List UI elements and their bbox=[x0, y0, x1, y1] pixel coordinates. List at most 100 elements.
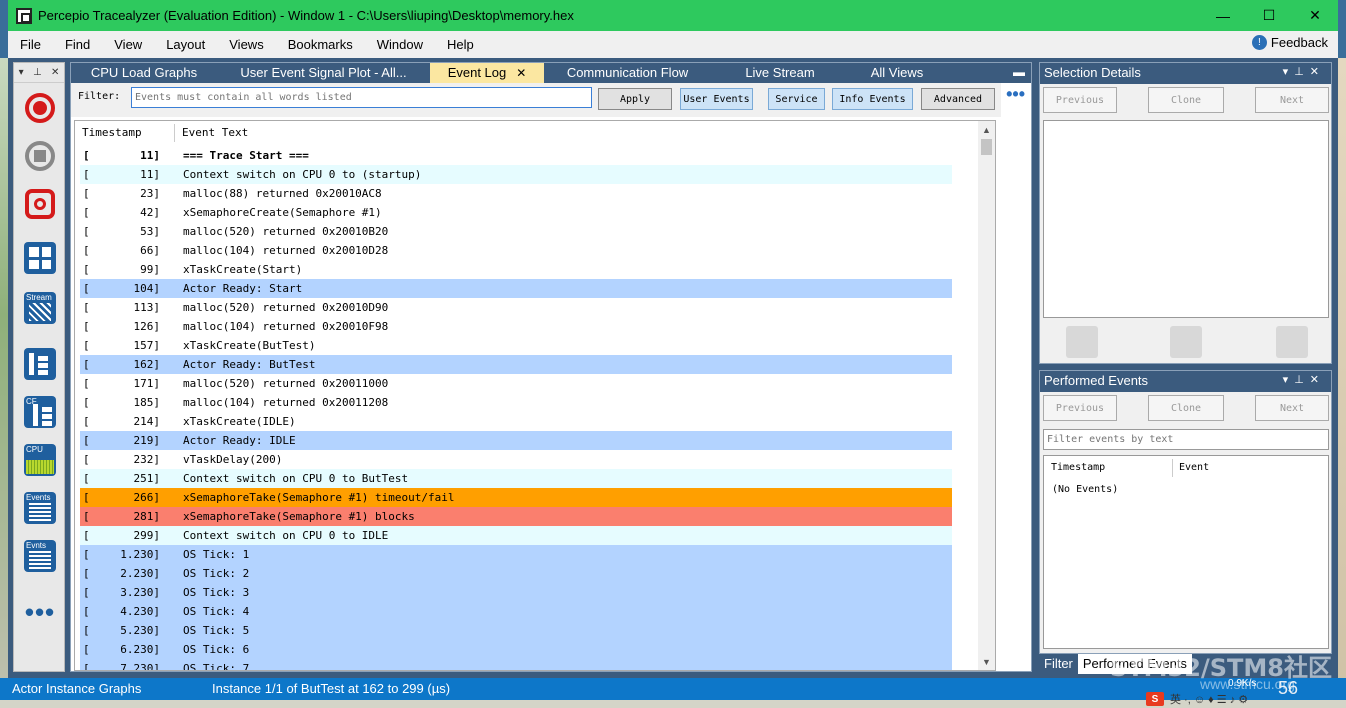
table-row[interactable]: [3.230] OS Tick: 3 bbox=[80, 583, 952, 602]
more-options-icon[interactable]: ••• bbox=[1006, 85, 1025, 103]
menu-help[interactable]: Help bbox=[435, 37, 486, 52]
tab-filter[interactable]: Filter bbox=[1039, 654, 1078, 674]
table-row[interactable]: [219] Actor Ready: IDLE bbox=[80, 431, 952, 450]
trace-view-button[interactable] bbox=[23, 347, 57, 381]
more-views-button[interactable]: ••• bbox=[23, 595, 57, 629]
scroll-down-icon[interactable]: ▼ bbox=[978, 653, 995, 670]
cpu-load-button[interactable]: CPU bbox=[23, 443, 57, 477]
table-row[interactable]: [299] Context switch on CPU 0 to IDLE bbox=[80, 526, 952, 545]
snapshot-button[interactable] bbox=[23, 187, 57, 221]
record-button[interactable] bbox=[23, 91, 57, 125]
table-row[interactable]: [42] xSemaphoreCreate(Semaphore #1) bbox=[80, 203, 952, 222]
user-events-filter-button[interactable]: User Events bbox=[680, 88, 753, 110]
table-row[interactable]: [126] malloc(104) returned 0x20010F98 bbox=[80, 317, 952, 336]
advanced-button[interactable]: Advanced bbox=[921, 88, 995, 110]
stop-button[interactable] bbox=[23, 139, 57, 173]
panel-controls-icon[interactable]: ▾⊥✕ bbox=[1283, 373, 1325, 386]
close-tab-icon[interactable]: ✕ bbox=[516, 66, 526, 80]
clone-button[interactable]: Clone bbox=[1148, 87, 1224, 113]
table-row[interactable]: [6.230] OS Tick: 6 bbox=[80, 640, 952, 659]
scroll-up-icon[interactable]: ▲ bbox=[978, 121, 995, 138]
table-row[interactable]: [162] Actor Ready: ButTest bbox=[80, 355, 952, 374]
table-row[interactable]: [23] malloc(88) returned 0x20010AC8 bbox=[80, 184, 952, 203]
table-row[interactable]: [5.230] OS Tick: 5 bbox=[80, 621, 952, 640]
panel-controls-icon[interactable]: ▾⊥✕ bbox=[1283, 65, 1325, 78]
menu-file[interactable]: File bbox=[8, 37, 53, 52]
scroll-thumb[interactable] bbox=[981, 139, 992, 155]
clone-button[interactable]: Clone bbox=[1148, 395, 1224, 421]
menu-window[interactable]: Window bbox=[365, 37, 435, 52]
event-log-button[interactable]: Events bbox=[23, 491, 57, 525]
expand-tree-icon[interactable] bbox=[1170, 326, 1202, 358]
menu-layout[interactable]: Layout bbox=[154, 37, 217, 52]
table-row[interactable]: [251] Context switch on CPU 0 to ButTest bbox=[80, 469, 952, 488]
tab-cpu-load-graphs[interactable]: CPU Load Graphs bbox=[71, 63, 217, 83]
column-header-timestamp[interactable]: Timestamp bbox=[82, 126, 142, 139]
table-row[interactable]: [7.230] OS Tick: 7 bbox=[80, 659, 952, 670]
events-tile-label: Events bbox=[26, 493, 51, 502]
table-row[interactable]: [232] vTaskDelay(200) bbox=[80, 450, 952, 469]
row-timestamp: 299] bbox=[133, 529, 161, 542]
dropdown-icon[interactable]: ▾ bbox=[19, 67, 24, 78]
table-row[interactable]: [113] malloc(520) returned 0x20010D90 bbox=[80, 298, 952, 317]
info-events-filter-button[interactable]: Info Events bbox=[832, 88, 913, 110]
tab-user-event-signal-plot[interactable]: User Event Signal Plot - All... bbox=[217, 63, 430, 83]
vertical-scrollbar[interactable]: ▲ ▼ bbox=[978, 121, 995, 670]
service-filter-button[interactable]: Service bbox=[768, 88, 825, 110]
menu-view[interactable]: View bbox=[102, 37, 154, 52]
table-row[interactable]: [1.230] OS Tick: 1 bbox=[80, 545, 952, 564]
live-stream-button[interactable]: Stream bbox=[23, 291, 57, 325]
table-row[interactable]: [11] Context switch on CPU 0 to (startup) bbox=[80, 165, 952, 184]
menu-views[interactable]: Views bbox=[217, 37, 275, 52]
apply-button[interactable]: Apply bbox=[598, 88, 672, 110]
pin-icon[interactable]: ⊥ bbox=[33, 67, 42, 78]
communication-flow-button[interactable]: CF bbox=[23, 395, 57, 429]
tab-menu-icon[interactable]: ▬ bbox=[1013, 65, 1025, 79]
close-icon[interactable]: ✕ bbox=[51, 67, 59, 78]
tab-communication-flow[interactable]: Communication Flow bbox=[544, 63, 711, 83]
table-row[interactable]: [266] xSemaphoreTake(Semaphore #1) timeou… bbox=[80, 488, 952, 507]
performed-events-filter-input[interactable] bbox=[1043, 429, 1329, 450]
tab-event-log[interactable]: Event Log ✕ bbox=[430, 63, 544, 83]
menu-bookmarks[interactable]: Bookmarks bbox=[276, 37, 365, 52]
table-row[interactable]: [171] malloc(520) returned 0x20011000 bbox=[80, 374, 952, 393]
next-button[interactable]: Next bbox=[1255, 395, 1329, 421]
table-row[interactable]: [281] xSemaphoreTake(Semaphore #1) blocks bbox=[80, 507, 952, 526]
close-button[interactable]: ✕ bbox=[1292, 0, 1338, 31]
table-row[interactable]: [99] xTaskCreate(Start) bbox=[80, 260, 952, 279]
column-header-event[interactable]: Event bbox=[1179, 462, 1209, 473]
next-button[interactable]: Next bbox=[1255, 87, 1329, 113]
tab-all-views[interactable]: All Views bbox=[849, 63, 945, 83]
row-bracket: [ bbox=[83, 472, 90, 485]
feedback-link[interactable]: ! Feedback bbox=[1251, 35, 1328, 50]
collapse-tree-icon[interactable] bbox=[1066, 326, 1098, 358]
previous-button[interactable]: Previous bbox=[1043, 395, 1117, 421]
table-row[interactable]: [214] xTaskCreate(IDLE) bbox=[80, 412, 952, 431]
views-grid-button[interactable] bbox=[23, 241, 57, 275]
row-event-text: malloc(88) returned 0x20010AC8 bbox=[183, 187, 382, 200]
tree-view-icon[interactable] bbox=[1276, 326, 1308, 358]
event-log-list[interactable]: Timestamp Event Text [11] === Trace Start… bbox=[74, 120, 996, 671]
table-row[interactable]: [4.230] OS Tick: 4 bbox=[80, 602, 952, 621]
row-timestamp: 42] bbox=[140, 206, 160, 219]
table-row[interactable]: [11] === Trace Start === bbox=[80, 146, 952, 165]
ime-status-icons[interactable]: 英 ·, ☺ ♦ ☰ ♪ ⚙ bbox=[1170, 691, 1248, 707]
performed-events-list[interactable]: Timestamp Event (No Events) bbox=[1043, 455, 1329, 649]
previous-button[interactable]: Previous bbox=[1043, 87, 1117, 113]
table-row[interactable]: [157] xTaskCreate(ButTest) bbox=[80, 336, 952, 355]
minimize-button[interactable]: — bbox=[1200, 0, 1246, 31]
ime-logo-icon[interactable]: S bbox=[1146, 692, 1164, 706]
table-row[interactable]: [185] malloc(104) returned 0x20011208 bbox=[80, 393, 952, 412]
record-icon bbox=[25, 93, 55, 123]
column-header-event-text[interactable]: Event Text bbox=[182, 126, 248, 139]
table-row[interactable]: [66] malloc(104) returned 0x20010D28 bbox=[80, 241, 952, 260]
filter-input[interactable] bbox=[131, 87, 592, 108]
menu-find[interactable]: Find bbox=[53, 37, 102, 52]
tab-live-stream[interactable]: Live Stream bbox=[711, 63, 849, 83]
user-events-button[interactable]: Evnts bbox=[23, 539, 57, 573]
table-row[interactable]: [2.230] OS Tick: 2 bbox=[80, 564, 952, 583]
table-row[interactable]: [104] Actor Ready: Start bbox=[80, 279, 952, 298]
maximize-button[interactable]: ☐ bbox=[1246, 0, 1292, 31]
table-row[interactable]: [53] malloc(520) returned 0x20010B20 bbox=[80, 222, 952, 241]
column-header-timestamp[interactable]: Timestamp bbox=[1051, 462, 1105, 473]
